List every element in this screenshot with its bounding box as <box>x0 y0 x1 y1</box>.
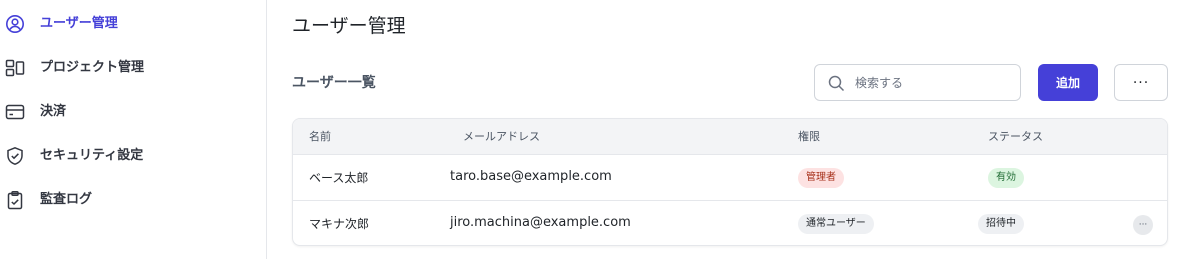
status-badge: 招待中 <box>978 214 1024 234</box>
column-header-email[interactable]: メールアドレス <box>463 129 540 145</box>
sidebar-item-security-settings[interactable]: セキュリティ設定 <box>0 142 267 170</box>
page-title: ユーザー管理 <box>292 15 406 37</box>
sidebar-item-label: セキュリティ設定 <box>40 148 144 163</box>
sidebar-item-payment[interactable]: 決済 <box>0 98 267 126</box>
search-icon <box>828 75 845 92</box>
table-header: 名前 メールアドレス 権限 ステータス <box>293 119 1167 155</box>
sidebar-item-audit-log[interactable]: 監査ログ <box>0 186 267 214</box>
table-row[interactable]: マキナ次郎 jiro.machina@example.com 通常ユーザー 招待… <box>293 201 1167 245</box>
user-table: 名前 メールアドレス 権限 ステータス ベース太郎 taro.base@exam… <box>292 118 1168 246</box>
sidebar-item-label: ユーザー管理 <box>40 16 118 31</box>
credit-card-icon <box>5 102 25 122</box>
more-options-button[interactable]: ··· <box>1114 64 1168 101</box>
row-more-icon[interactable]: ··· <box>1133 215 1153 235</box>
main-content: ユーザー管理 ユーザー一覧 追加 ··· 名前 メールアドレス 権限 ステータス… <box>268 0 1180 259</box>
user-circle-icon <box>5 14 25 34</box>
shield-check-icon <box>5 146 25 166</box>
column-header-status[interactable]: ステータス <box>988 129 1043 145</box>
user-email: taro.base@example.com <box>450 169 612 184</box>
layout-icon <box>5 58 25 78</box>
sidebar-item-user-management[interactable]: ユーザー管理 <box>0 10 267 38</box>
status-badge: 有効 <box>988 168 1024 188</box>
sidebar-item-project-management[interactable]: プロジェクト管理 <box>0 54 267 82</box>
search-input[interactable] <box>855 73 1010 93</box>
column-header-role[interactable]: 権限 <box>798 129 820 145</box>
role-badge: 管理者 <box>798 168 844 188</box>
clipboard-check-icon <box>5 190 25 210</box>
column-header-name[interactable]: 名前 <box>309 129 331 145</box>
sidebar-item-label: 決済 <box>40 104 67 119</box>
role-badge: 通常ユーザー <box>798 214 874 234</box>
add-user-button[interactable]: 追加 <box>1038 64 1098 101</box>
sidebar-item-label: 監査ログ <box>40 192 93 207</box>
search-box <box>814 64 1021 101</box>
table-row[interactable]: ベース太郎 taro.base@example.com 管理者 有効 <box>293 155 1167 201</box>
user-name: マキナ次郎 <box>309 217 370 231</box>
user-name: ベース太郎 <box>309 171 369 185</box>
section-title: ユーザー一覧 <box>292 75 376 91</box>
sidebar: ユーザー管理 プロジェクト管理 決済 セキュリティ設定 監査ログ <box>0 0 267 259</box>
sidebar-item-label: プロジェクト管理 <box>40 60 145 75</box>
user-email: jiro.machina@example.com <box>450 215 631 230</box>
